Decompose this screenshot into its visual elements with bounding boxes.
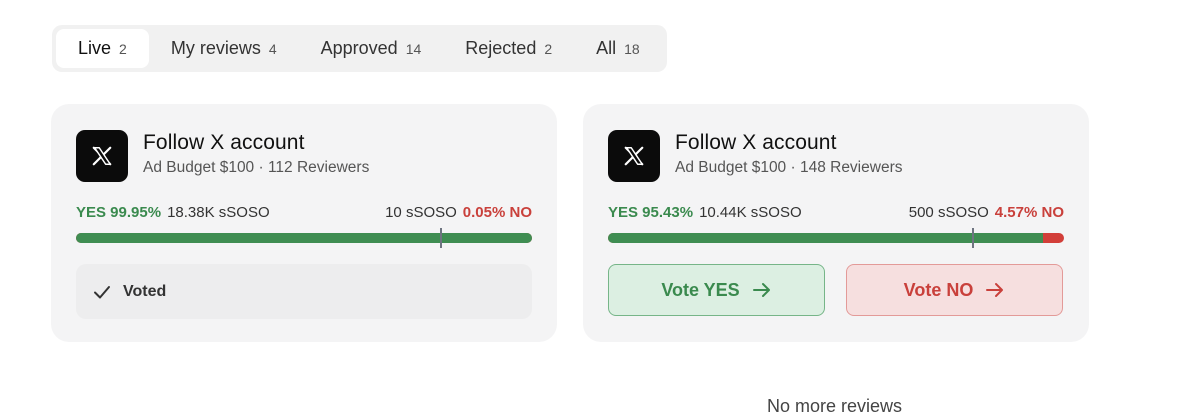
tab-count: 2 — [119, 40, 127, 57]
tab-rejected[interactable]: Rejected 2 — [443, 29, 574, 68]
tab-my-reviews[interactable]: My reviews 4 — [149, 29, 299, 68]
tab-approved[interactable]: Approved 14 — [299, 29, 444, 68]
yes-percentage: YES 99.95% — [76, 204, 162, 221]
voted-label: Voted — [123, 282, 167, 300]
yes-stats: YES 95.43% 10.44K sSOSO — [608, 204, 802, 221]
tab-count: 14 — [405, 40, 422, 57]
tab-label: My reviews — [170, 38, 261, 58]
threshold-marker — [971, 228, 974, 248]
vote-yes-label: Vote YES — [661, 279, 740, 300]
no-percentage: 0.05% NO — [462, 204, 532, 221]
yes-percentage: YES 95.43% — [608, 204, 694, 221]
no-more-reviews-text: No more reviews — [767, 396, 903, 415]
voted-status: Voted — [76, 264, 532, 319]
no-amount: 500 sSOSO — [908, 204, 989, 221]
no-stats: 500 sSOSO 4.57% NO — [909, 204, 1064, 221]
review-card: Follow X account Ad Budget $100 · 112 Re… — [51, 104, 557, 342]
vote-progress-bar — [76, 233, 532, 243]
card-subtitle: Ad Budget $100 · 148 Reviewers — [675, 159, 903, 176]
card-title: Follow X account — [675, 131, 837, 154]
tab-label: All — [596, 38, 617, 58]
tab-live[interactable]: Live 2 — [56, 29, 149, 68]
tab-count: 18 — [624, 40, 640, 57]
tab-label: Live — [78, 38, 112, 58]
vote-progress-bar — [608, 233, 1064, 243]
yes-fill — [76, 233, 532, 243]
tab-label: Rejected — [465, 38, 537, 58]
tab-all[interactable]: All 18 — [574, 29, 662, 68]
card-subtitle: Ad Budget $100 · 112 Reviewers — [143, 159, 370, 176]
no-amount: 10 sSOSO — [385, 204, 457, 221]
vote-stats: YES 99.95% 18.38K sSOSO 10 sSOSO 0.05% NO — [76, 204, 532, 224]
no-percentage: 4.57% NO — [994, 204, 1064, 221]
tab-count: 2 — [544, 40, 553, 57]
review-tabs: Live 2 My reviews 4 Approved 14 Rejected… — [52, 25, 667, 72]
yes-amount: 18.38K sSOSO — [167, 204, 270, 221]
review-card: Follow X account Ad Budget $100 · 148 Re… — [583, 104, 1089, 342]
no-stats: 10 sSOSO 0.05% NO — [385, 204, 532, 221]
yes-fill — [608, 233, 1044, 243]
card-title: Follow X account — [143, 131, 305, 154]
vote-no-label: Vote NO — [903, 279, 974, 300]
yes-stats: YES 99.95% 18.38K sSOSO — [76, 204, 270, 221]
tab-count: 4 — [268, 40, 277, 57]
x-logo-icon — [608, 130, 660, 182]
vote-stats: YES 95.43% 10.44K sSOSO 500 sSOSO 4.57% NO — [608, 204, 1064, 224]
arrow-right-icon — [752, 282, 772, 298]
vote-no-button[interactable]: Vote NO — [846, 264, 1063, 316]
vote-yes-button[interactable]: Vote YES — [608, 264, 825, 316]
yes-amount: 10.44K sSOSO — [699, 204, 802, 221]
threshold-marker — [439, 228, 442, 248]
check-icon — [94, 285, 110, 298]
tab-label: Approved — [320, 38, 398, 58]
x-logo-icon — [76, 130, 128, 182]
arrow-right-icon — [985, 282, 1005, 298]
